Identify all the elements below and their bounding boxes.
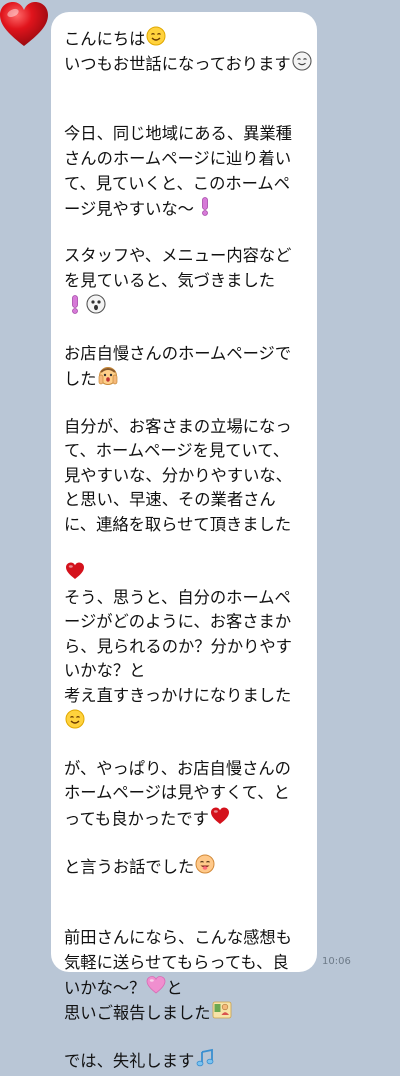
message-line bbox=[64, 318, 305, 342]
message-line bbox=[64, 561, 305, 586]
message-line: お店自慢さんのホームページで bbox=[64, 342, 305, 367]
message-line bbox=[64, 221, 305, 245]
message-line-text: いつもお世話になっております bbox=[64, 53, 291, 73]
bowing-figure-icon bbox=[212, 1000, 232, 1028]
message-line: 考え直すきっかけになりました bbox=[64, 684, 305, 709]
message-line-text: 見やすいな、分かりやすいな、 bbox=[64, 465, 292, 485]
message-line: 今日、同じ地域にある、異業種 bbox=[64, 122, 305, 147]
message-line: 気軽に送らせてもらっても、良 bbox=[64, 951, 305, 976]
message-line-text: ホームページは見やすくて、と bbox=[64, 783, 290, 803]
message-line: さんのホームページに辿り着い bbox=[64, 147, 305, 172]
message-line: て、見ていくと、このホームペ bbox=[64, 172, 305, 197]
message-line-text: ージ見やすいな～ bbox=[64, 199, 194, 219]
message-line bbox=[64, 537, 305, 561]
message-line bbox=[64, 709, 305, 734]
red-heart-icon bbox=[210, 806, 230, 834]
message-line-text: そう、思うと、自分のホームペ bbox=[64, 587, 291, 607]
message-line-suffix: と bbox=[166, 978, 183, 998]
message-line: を見ていると、気づきました bbox=[64, 269, 305, 294]
message-line bbox=[64, 1024, 305, 1048]
tongue-face-icon bbox=[195, 854, 215, 882]
message-line: こんにちは bbox=[64, 26, 305, 51]
message-line bbox=[64, 902, 305, 926]
message-line-text: を見ていると、気づきました bbox=[64, 270, 276, 290]
music-note-icon bbox=[195, 1048, 215, 1076]
pink-exclamation-icon bbox=[65, 294, 85, 322]
message-line bbox=[64, 879, 305, 903]
message-line-text: 考え直すきっかけになりました bbox=[64, 686, 292, 706]
message-line bbox=[64, 733, 305, 757]
message-line: ージ見やすいな～ bbox=[64, 196, 305, 221]
message-line: ージがどのように、お客さまか bbox=[64, 610, 305, 635]
message-bubble[interactable]: こんにちはいつもお世話になっております 今日、同じ地域にある、異業種 さんのホームペ… bbox=[51, 12, 317, 1070]
message-line-text: した bbox=[64, 369, 97, 389]
message-timestamp: 10:06 bbox=[322, 956, 351, 967]
message-line-text: ージがどのように、お客さまか bbox=[64, 612, 292, 632]
message-line: が、やっぱり、お店自慢さんの bbox=[64, 757, 305, 782]
message-line-text: 気軽に送らせてもらっても、良 bbox=[64, 952, 289, 972]
message-line-text: っても良かったです bbox=[64, 809, 209, 829]
message-line: と思い、早速、その業者さん bbox=[64, 488, 305, 513]
message-line-text: と思い、早速、その業者さん bbox=[64, 490, 276, 510]
message-line: 前田さんになら、こんな感想も bbox=[64, 926, 305, 951]
message-line-text: 前田さんになら、こんな感想も bbox=[64, 927, 292, 947]
message-line: した bbox=[64, 366, 305, 391]
message-line-text: 今日、同じ地域にある、異業種 bbox=[64, 124, 292, 144]
shocked-face-icon bbox=[86, 293, 106, 322]
message-line-text: て、ホームページを見ていて、 bbox=[64, 441, 290, 461]
message-line bbox=[64, 831, 305, 855]
message-line: っても良かったです bbox=[64, 806, 305, 831]
message-line-text: が、やっぱり、お店自慢さんの bbox=[64, 758, 291, 778]
message-line: て、ホームページを見ていて、 bbox=[64, 439, 305, 464]
message-line-text: いかな～？ bbox=[64, 978, 146, 998]
smile-icon bbox=[146, 26, 166, 54]
relieved-face-icon bbox=[292, 51, 312, 79]
message-line-text: 自分が、お客さまの立場になっ bbox=[64, 416, 292, 436]
message-line-text: お店自慢さんのホームページで bbox=[64, 343, 292, 363]
message-line-text: では、失礼します bbox=[64, 1051, 195, 1071]
message-line-text: ら、見られるのか？分かりやす bbox=[64, 636, 292, 656]
red-heart-icon bbox=[65, 561, 85, 589]
hands-on-cheeks-icon bbox=[98, 366, 118, 394]
message-line bbox=[64, 75, 305, 99]
message-line-text: に、連絡を取らせて頂きました bbox=[64, 514, 292, 534]
heart-avatar-icon[interactable] bbox=[0, 2, 48, 50]
message-text: こんにちはいつもお世話になっております 今日、同じ地域にある、異業種 さんのホームペ… bbox=[64, 26, 312, 1073]
message-line: いかな？と bbox=[64, 659, 305, 684]
message-line: に、連絡を取らせて頂きました bbox=[64, 513, 305, 538]
message-line: 見やすいな、分かりやすいな、 bbox=[64, 464, 305, 489]
message-line-text: さんのホームページに辿り着い bbox=[64, 148, 292, 168]
message-line: と言うお話でした bbox=[64, 854, 305, 879]
message-line: いつもお世話になっております bbox=[64, 51, 312, 76]
message-line-text: 思いご報告しました bbox=[64, 1003, 211, 1023]
message-line: スタッフや、メニュー内容など bbox=[64, 244, 305, 269]
pink-exclamation-icon bbox=[195, 196, 215, 224]
message-line: ら、見られるのか？分かりやす bbox=[64, 635, 305, 660]
smile-icon bbox=[65, 709, 85, 737]
message-line-text: て、見ていくと、このホームペ bbox=[64, 173, 290, 193]
message-line bbox=[64, 99, 305, 123]
message-line: ホームページは見やすくて、と bbox=[64, 781, 305, 806]
message-line: そう、思うと、自分のホームペ bbox=[64, 586, 305, 611]
message-line-text: こんにちは bbox=[64, 29, 146, 49]
message-line: 思いご報告しました bbox=[64, 1000, 305, 1025]
message-line-text: と言うお話でした bbox=[64, 857, 195, 877]
message-line bbox=[64, 293, 305, 322]
message-line-text: いかな？と bbox=[64, 661, 146, 681]
message-line-text: スタッフや、メニュー内容など bbox=[64, 246, 292, 266]
message-line: では、失礼します bbox=[64, 1048, 305, 1073]
message-line: 自分が、お客さまの立場になっ bbox=[64, 415, 305, 440]
pink-heart-icon bbox=[146, 975, 166, 1003]
message-line bbox=[64, 391, 305, 415]
